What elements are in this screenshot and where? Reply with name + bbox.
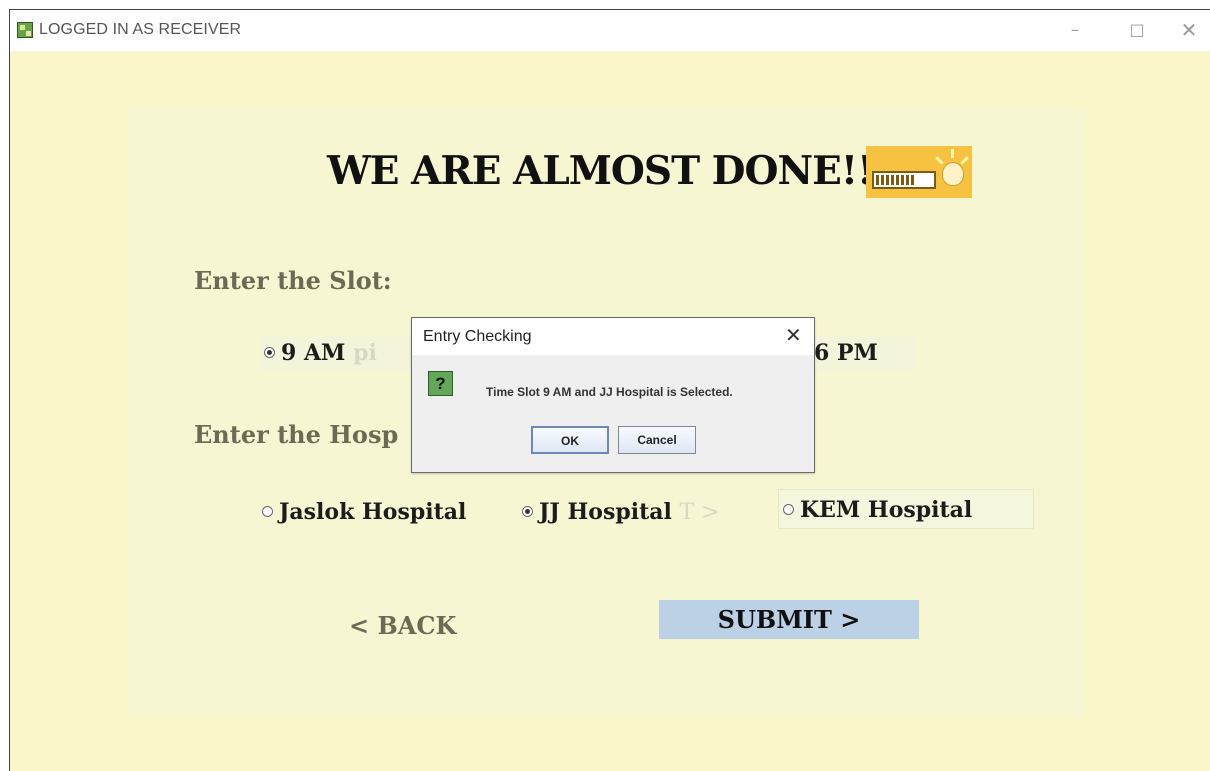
- radio-jaslok-label: Jaslok Hospital: [279, 499, 467, 525]
- page-heading: WE ARE ALMOST DONE!!..: [327, 148, 899, 194]
- title-bar[interactable]: LOGGED IN AS RECEIVER – □ ✕: [10, 10, 1210, 51]
- radio-9am[interactable]: 9 AM pi: [260, 336, 414, 370]
- radio-6pm-label: 6 PM: [814, 340, 878, 366]
- radio-6pm[interactable]: 6 PM: [806, 336, 914, 370]
- ok-button[interactable]: OK: [531, 426, 609, 454]
- radio-unselected-icon: [783, 503, 794, 515]
- question-icon: ?: [428, 371, 453, 396]
- radio-jj-label: JJ Hospital: [539, 499, 672, 525]
- hospital-label: Enter the Hosp: [194, 420, 399, 449]
- dialog-close-button[interactable]: ✕: [785, 323, 802, 347]
- dialog-title: Entry Checking: [423, 328, 532, 345]
- maximize-button[interactable]: □: [1123, 17, 1151, 43]
- app-icon: [17, 22, 33, 38]
- radio-kem-label: KEM Hospital: [800, 497, 973, 523]
- radio-unselected-icon: [262, 505, 273, 517]
- radio-9am-label: 9 AM: [281, 340, 346, 366]
- slot-label: Enter the Slot:: [194, 266, 392, 295]
- window-title: LOGGED IN AS RECEIVER: [39, 21, 242, 38]
- submit-button[interactable]: SUBMIT >: [659, 600, 919, 639]
- radio-jj[interactable]: JJ Hospital T >: [522, 495, 720, 529]
- hidden-text: pi: [353, 340, 377, 366]
- progress-bulb-icon: [866, 146, 972, 198]
- radio-kem[interactable]: KEM Hospital: [778, 489, 1034, 529]
- back-button[interactable]: < BACK: [349, 611, 456, 640]
- radio-jaslok[interactable]: Jaslok Hospital: [262, 495, 466, 529]
- minimize-button[interactable]: –: [1061, 17, 1089, 43]
- close-button[interactable]: ✕: [1175, 17, 1203, 43]
- radio-selected-icon: [522, 505, 533, 517]
- hidden-text: T >: [679, 500, 720, 525]
- dialog-title-bar[interactable]: Entry Checking ✕: [412, 318, 814, 355]
- radio-selected-icon: [264, 346, 275, 358]
- cancel-button[interactable]: Cancel: [618, 426, 696, 454]
- confirm-dialog: Entry Checking ✕ ? Time Slot 9 AM and JJ…: [411, 317, 815, 473]
- dialog-message: Time Slot 9 AM and JJ Hospital is Select…: [486, 385, 733, 399]
